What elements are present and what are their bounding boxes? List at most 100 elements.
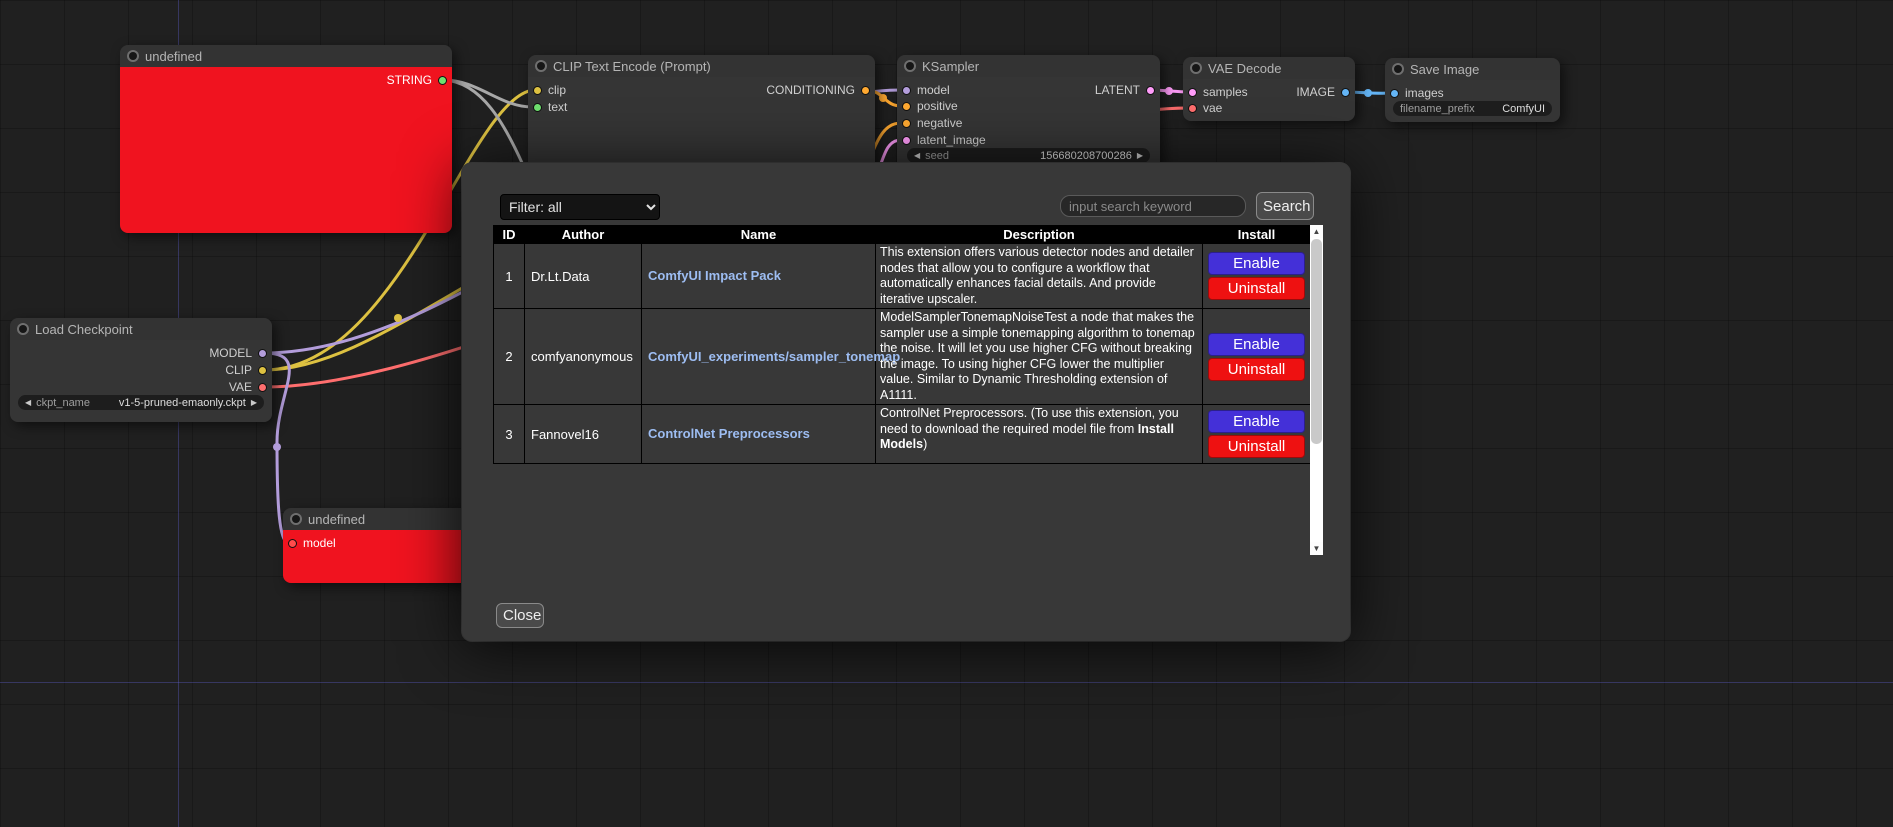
table-row: 3 Fannovel16 ControlNet Preprocessors Co… [494, 405, 1311, 464]
collapse-dot-icon[interactable] [292, 515, 300, 523]
slot-label: LATENT [1095, 83, 1140, 97]
text-input-port[interactable] [533, 103, 542, 112]
node-title-bar[interactable]: undefined [120, 45, 452, 67]
slot-label: latent_image [917, 133, 986, 147]
vae-output-port[interactable] [258, 383, 267, 392]
scroll-down-icon[interactable]: ▼ [1310, 542, 1323, 555]
extensions-table: ID Author Name Description Install 1 Dr.… [493, 225, 1311, 464]
description-text: ) [923, 437, 927, 451]
extensions-table-container[interactable]: ID Author Name Description Install 1 Dr.… [493, 225, 1323, 555]
vae-input-port[interactable] [1188, 104, 1197, 113]
node-title-bar[interactable]: VAE Decode [1183, 57, 1355, 79]
collapse-dot-icon[interactable] [906, 62, 914, 70]
collapse-dot-icon[interactable] [129, 52, 137, 60]
node-save-image[interactable]: Save Image images filename_prefix ComfyU… [1385, 58, 1560, 122]
next-arrow-icon[interactable]: ▶ [251, 395, 257, 410]
model-input-port[interactable] [288, 539, 297, 548]
widget-value[interactable]: v1-5-pruned-emaonly.ckpt [119, 397, 246, 409]
images-input-port[interactable] [1390, 89, 1399, 98]
scrollbar-thumb[interactable] [1311, 239, 1322, 444]
node-undefined-top[interactable]: undefined STRING [120, 45, 452, 233]
table-row: 2 comfyanonymous ComfyUI_experiments/sam… [494, 309, 1311, 405]
row-id: 2 [494, 309, 525, 405]
ckpt-name-widget[interactable]: ◀ ckpt_name v1-5-pruned-emaonly.ckpt ▶ [18, 395, 264, 410]
table-row: 1 Dr.Lt.Data ComfyUI Impact Pack This ex… [494, 244, 1311, 309]
wire-midpoint-dot [879, 94, 887, 102]
clip-output-port[interactable] [258, 366, 267, 375]
close-button[interactable]: Close [496, 603, 544, 628]
widget-value[interactable]: 156680208700286 [1040, 150, 1132, 162]
positive-input-port[interactable] [902, 102, 911, 111]
slot-label: MODEL [209, 346, 252, 360]
widget-value[interactable]: ComfyUI [1502, 103, 1545, 115]
uninstall-button[interactable]: Uninstall [1208, 435, 1305, 458]
collapse-dot-icon[interactable] [1394, 65, 1402, 73]
search-input[interactable] [1060, 195, 1246, 217]
clip-input-port[interactable] [533, 86, 542, 95]
samples-input-port[interactable] [1188, 88, 1197, 97]
node-title-bar[interactable]: CLIP Text Encode (Prompt) [528, 55, 875, 77]
node-title: CLIP Text Encode (Prompt) [553, 59, 711, 74]
samples-input-slot: samples [1188, 84, 1248, 100]
slot-label: vae [1203, 101, 1222, 115]
model-input-slot: model [902, 82, 950, 98]
scrollbar[interactable]: ▲ ▼ [1310, 225, 1323, 555]
enable-button[interactable]: Enable [1208, 410, 1305, 433]
node-vae-decode[interactable]: VAE Decode samples vae IMAGE [1183, 57, 1355, 121]
row-description: ModelSamplerTonemapNoiseTest a node that… [876, 309, 1203, 405]
increment-arrow-icon[interactable]: ▶ [1137, 148, 1143, 163]
latent-image-input-slot: latent_image [902, 132, 986, 148]
widget-label: ckpt_name [36, 397, 90, 409]
collapse-dot-icon[interactable] [19, 325, 27, 333]
node-title: undefined [308, 512, 365, 527]
node-title: KSampler [922, 59, 979, 74]
extension-link[interactable]: ComfyUI Impact Pack [648, 268, 781, 283]
scroll-up-icon[interactable]: ▲ [1310, 225, 1323, 238]
enable-button[interactable]: Enable [1208, 333, 1305, 356]
negative-input-port[interactable] [902, 119, 911, 128]
slot-label: CONDITIONING [766, 83, 855, 97]
vae-input-slot: vae [1188, 100, 1222, 116]
description-text: ControlNet Preprocessors. (To use this e… [880, 406, 1179, 436]
wire-midpoint-dot [1364, 89, 1372, 97]
string-output-port[interactable] [438, 76, 447, 85]
latent-output-port[interactable] [1146, 86, 1155, 95]
slot-label: samples [1203, 85, 1248, 99]
model-output-port[interactable] [258, 349, 267, 358]
conditioning-output-port[interactable] [861, 86, 870, 95]
vae-output-slot: VAE [229, 379, 267, 395]
previous-arrow-icon[interactable]: ◀ [25, 395, 31, 410]
latent-output-slot: LATENT [1095, 82, 1155, 98]
seed-widget[interactable]: ◀ seed 156680208700286 ▶ [907, 148, 1150, 163]
filename-prefix-widget[interactable]: filename_prefix ComfyUI [1393, 101, 1552, 116]
wire-midpoint-dot [1165, 87, 1173, 95]
clip-output-slot: CLIP [225, 362, 267, 378]
row-description: This extension offers various detector n… [876, 244, 1203, 309]
collapse-dot-icon[interactable] [537, 62, 545, 70]
filter-select[interactable]: Filter: all [500, 194, 660, 220]
latent-image-input-port[interactable] [902, 136, 911, 145]
node-title-bar[interactable]: Load Checkpoint [10, 318, 272, 340]
model-input-port[interactable] [902, 86, 911, 95]
row-install-cell: Enable Uninstall [1203, 244, 1311, 309]
extension-link[interactable]: ComfyUI_experiments/sampler_tonemap [648, 349, 900, 364]
image-output-port[interactable] [1341, 88, 1350, 97]
description-text: ModelSamplerTonemapNoiseTest a node that… [880, 310, 1195, 402]
enable-button[interactable]: Enable [1208, 252, 1305, 275]
node-title: Save Image [1410, 62, 1479, 77]
search-button[interactable]: Search [1256, 192, 1314, 220]
row-author: Fannovel16 [525, 405, 642, 464]
node-title: undefined [145, 49, 202, 64]
node-title-bar[interactable]: KSampler [897, 55, 1160, 77]
decrement-arrow-icon[interactable]: ◀ [914, 148, 920, 163]
uninstall-button[interactable]: Uninstall [1208, 277, 1305, 300]
collapse-dot-icon[interactable] [1192, 64, 1200, 72]
node-title-bar[interactable]: Save Image [1385, 58, 1560, 80]
images-input-slot: images [1390, 85, 1444, 101]
node-load-checkpoint[interactable]: Load Checkpoint MODEL CLIP VAE ◀ ckpt_na… [10, 318, 272, 422]
node-canvas[interactable]: undefined STRING CLIP Text Encode (Promp… [0, 0, 1893, 827]
extension-link[interactable]: ControlNet Preprocessors [648, 426, 810, 441]
row-id: 1 [494, 244, 525, 309]
uninstall-button[interactable]: Uninstall [1208, 358, 1305, 381]
slot-label: clip [548, 83, 566, 97]
